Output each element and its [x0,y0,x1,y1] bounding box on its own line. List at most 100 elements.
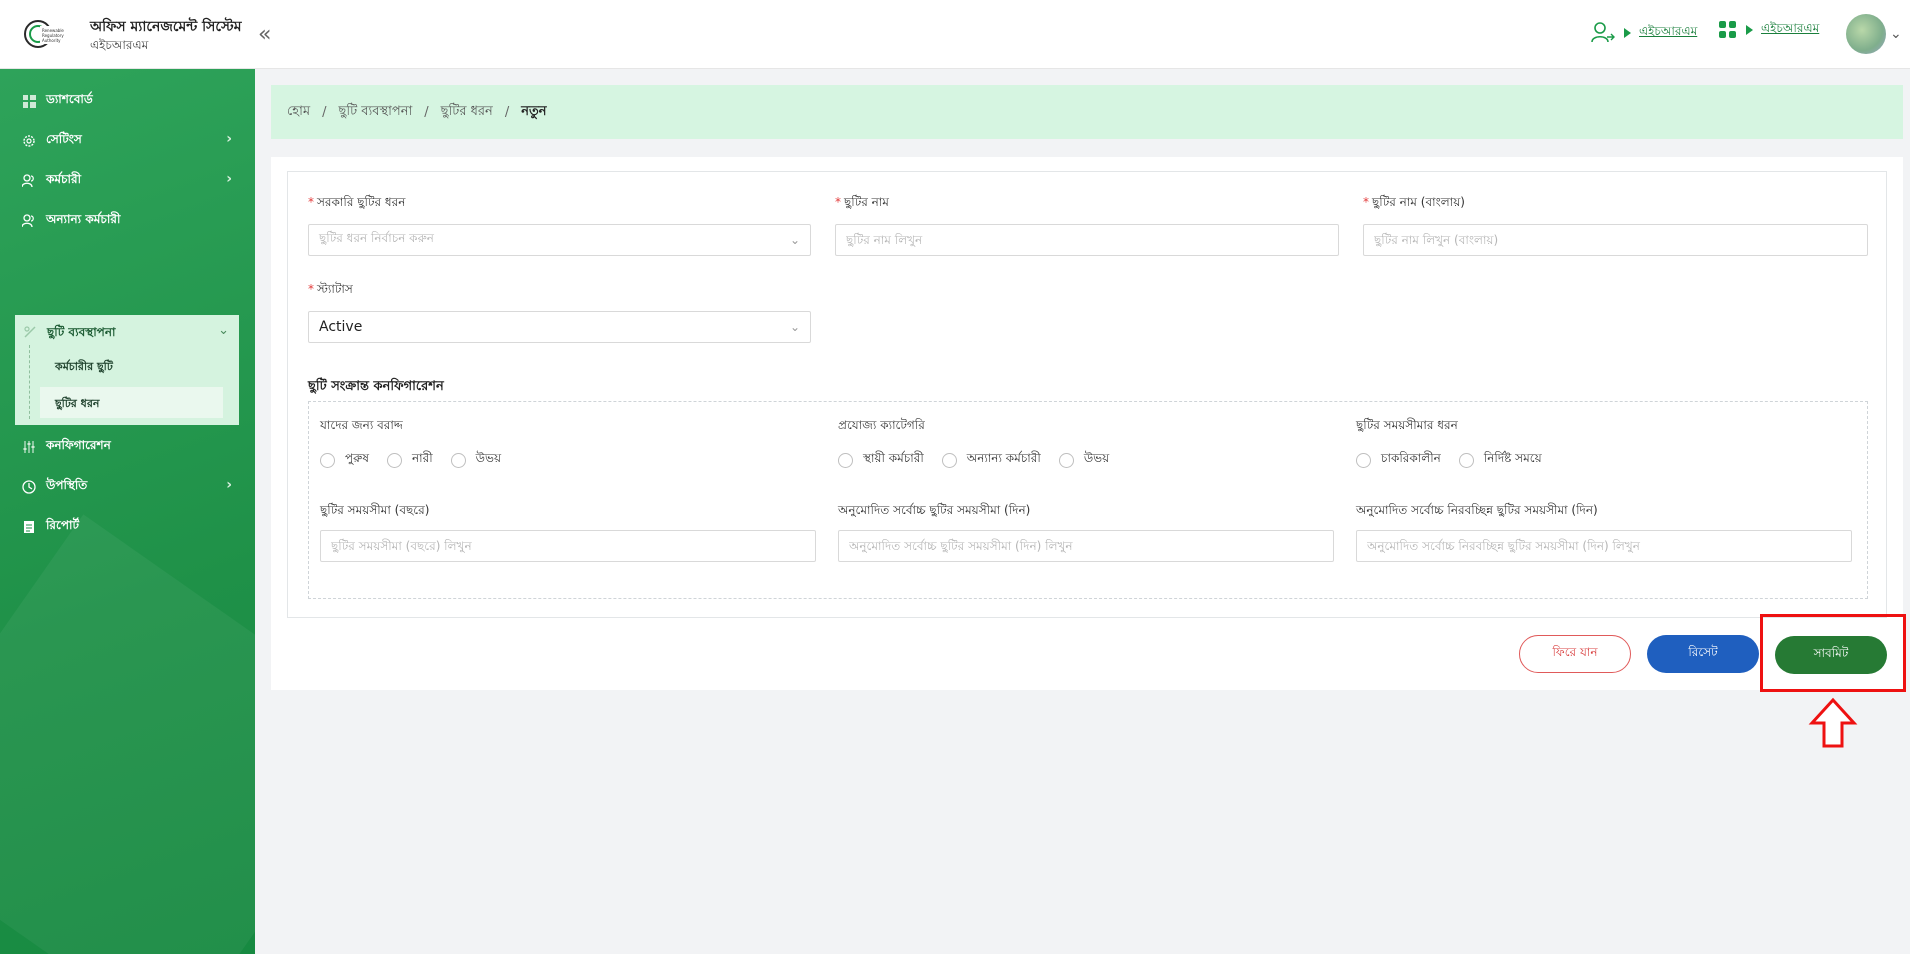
leave-name-input[interactable] [835,224,1339,256]
reset-button[interactable]: রিসেট [1647,635,1759,673]
gov-leave-type-select[interactable]: ছুটির ধরন নির্বাচন করুন ⌄ [308,224,811,256]
radio-label: নারী [411,451,433,465]
chevron-right-icon: › [226,477,232,493]
max-days-input[interactable] [838,530,1334,562]
user-switch-group[interactable]: এইচআরএম [1590,20,1697,46]
back-button[interactable]: ফিরে যান [1519,635,1631,673]
breadcrumb-home[interactable]: হোম [287,102,310,123]
radio-specific-time[interactable] [1458,452,1474,468]
breadcrumb-separator: / [504,104,510,120]
status-select[interactable]: Active ⌄ [308,311,811,343]
radio-both-category[interactable] [1058,452,1074,468]
sidebar-item-label: সেটিংস [46,132,82,146]
breadcrumb: হোম / ছুটি ব্যবস্থাপনা / ছুটির ধরন / নতু… [271,85,1903,139]
form-card: * সরকারি ছুটির ধরন ছুটির ধরন নির্বাচন করু… [271,157,1903,690]
highlight-box [1760,614,1906,692]
status-value: Active [319,319,363,335]
gov-leave-type-label: * সরকারি ছুটির ধরন [308,195,406,209]
breadcrumb-leave-type[interactable]: ছুটির ধরন [441,102,493,123]
duration-type-label: ছুটির সময়সীমার ধরন [1356,418,1458,432]
duration-years-label: ছুটির সময়সীমা (বছরে) [320,503,430,517]
duration-years-input[interactable] [320,530,816,562]
submenu-guide [29,345,30,419]
report-icon [22,520,36,534]
app-subtitle: এইচআরএম [90,38,149,52]
avatar[interactable] [1846,14,1886,54]
arrow-up-icon [1808,697,1858,748]
radio-male[interactable] [320,452,335,468]
submenu-item-employee-leave[interactable]: কর্মচারীর ছুটি [55,358,113,377]
max-continuous-days-label: অনুমোদিত সর্বোচ্চ নিরবচ্ছিন্ন ছুটির সময়… [1356,503,1598,517]
radio-label: স্থায়ী কর্মচারী [863,451,924,465]
chevron-down-icon: ⌄ [218,323,229,338]
sidebar-item-dashboard[interactable]: ড্যাশবোর্ড [22,89,232,113]
chevron-right-icon: › [226,171,232,187]
sidebar-item-settings[interactable]: সেটিংস › [22,129,232,153]
sidebar-item-report[interactable]: রিপোর্ট [22,515,232,539]
sidebar-item-label: অন্যান্য কর্মচারী [46,212,121,226]
sliders-icon [22,440,36,454]
radio-service-period[interactable] [1356,452,1371,468]
submenu-item-leave-type[interactable]: ছুটির ধরন [55,395,99,414]
sidebar-item-label: রিপোর্ট [46,518,80,532]
config-box: যাদের জন্য বরাদ্দ পুরুষ নারী উভয় প্রযোজ… [308,401,1868,599]
leave-icon [23,325,37,339]
users-icon [22,174,36,188]
sidebar-item-employees[interactable]: কর্মচারী › [22,169,232,193]
breadcrumb-separator: / [424,104,429,120]
dashboard-icon [22,94,36,108]
category-radio-group: স্থায়ী কর্মচারী অন্যান্য কর্মচারী উভয় [838,450,1127,470]
chevron-right-icon: › [226,131,232,147]
user-switch-icon[interactable] [1590,20,1616,46]
apps-group[interactable]: এইচআরএম [1718,20,1819,40]
sidebar-item-label: কর্মচারী [46,172,82,186]
chevron-down-icon[interactable]: ⌄ [1890,26,1902,42]
radio-label: অন্যান্য কর্মচারী [966,451,1041,465]
leave-name-bn-label: * ছুটির নাম (বাংলায়) [1363,195,1465,209]
sidebar-item-configuration[interactable]: কনফিগারেশন [22,435,232,459]
chevron-down-icon: ⌄ [789,320,800,334]
sidebar-item-leave-management[interactable]: ছুটি ব্যবস্থাপনা ⌄ কর্মচারীর ছুটি ছুটির … [15,315,239,425]
user-group-icon [22,214,36,228]
logo-icon: Renewable Regulatory Authority [24,20,70,48]
breadcrumb-leave-management[interactable]: ছুটি ব্যবস্থাপনা [338,102,412,123]
user-switch-link[interactable]: এইচআরএম [1639,23,1697,43]
apps-link[interactable]: এইচআরএম [1761,20,1819,40]
gov-leave-type-placeholder: ছুটির ধরন নির্বাচন করুন [319,231,434,245]
breadcrumb-current: নতুন [521,103,547,119]
radio-label: পুরুষ [345,451,369,465]
max-continuous-days-input[interactable] [1356,530,1852,562]
status-label: * স্ট্যাটাস [308,282,353,296]
top-header: Renewable Regulatory Authority অফিস ম্যা… [0,0,1910,69]
apps-grid-icon[interactable] [1718,20,1738,40]
sidebar-item-other-employees[interactable]: অন্যান্য কর্মচারী [22,209,232,233]
app-title: অফিস ম্যানেজমেন্ট সিস্টেম [90,19,242,35]
sidebar-item-label: ড্যাশবোর্ড [46,92,93,106]
chevron-down-icon: ⌄ [789,233,800,247]
radio-label: উভয় [1083,451,1110,465]
leave-name-label: * ছুটির নাম [835,195,889,209]
caret-right-icon [1746,25,1753,35]
leave-name-bn-input[interactable] [1363,224,1868,256]
gear-icon [22,134,36,148]
sidebar: ড্যাশবোর্ড সেটিংস › কর্মচারী › অন্যান্য … [0,69,255,954]
duration-type-radio-group: চাকরিকালীন নির্দিষ্ট সময়ে [1356,450,1560,470]
breadcrumb-separator: / [322,104,327,120]
sidebar-item-attendance[interactable]: উপস্থিতি › [22,475,232,499]
max-days-label: অনুমোদিত সর্বোচ্চ ছুটির সময়সীমা (দিন) [838,503,1031,517]
radio-female[interactable] [386,452,402,468]
category-label: প্রযোজ্য ক্যাটেগরি [838,418,925,432]
radio-label: নির্দিষ্ট সময়ে [1483,451,1542,465]
radio-other[interactable] [941,452,957,468]
clock-icon [22,480,36,494]
svg-text:Authority: Authority [42,38,61,43]
allotted-for-radio-group: পুরুষ নারী উভয় [320,450,519,470]
radio-label: চাকরিকালীন [1381,451,1441,465]
caret-right-icon [1624,28,1631,38]
sidebar-collapse-button[interactable]: « [258,22,271,47]
radio-both[interactable] [450,452,466,468]
sidebar-item-label: ছুটি ব্যবস্থাপনা [47,325,116,339]
config-section-title: ছুটি সংক্রান্ত কনফিগারেশন [308,379,444,394]
sidebar-item-label: কনফিগারেশন [46,438,111,452]
radio-permanent[interactable] [838,452,853,468]
